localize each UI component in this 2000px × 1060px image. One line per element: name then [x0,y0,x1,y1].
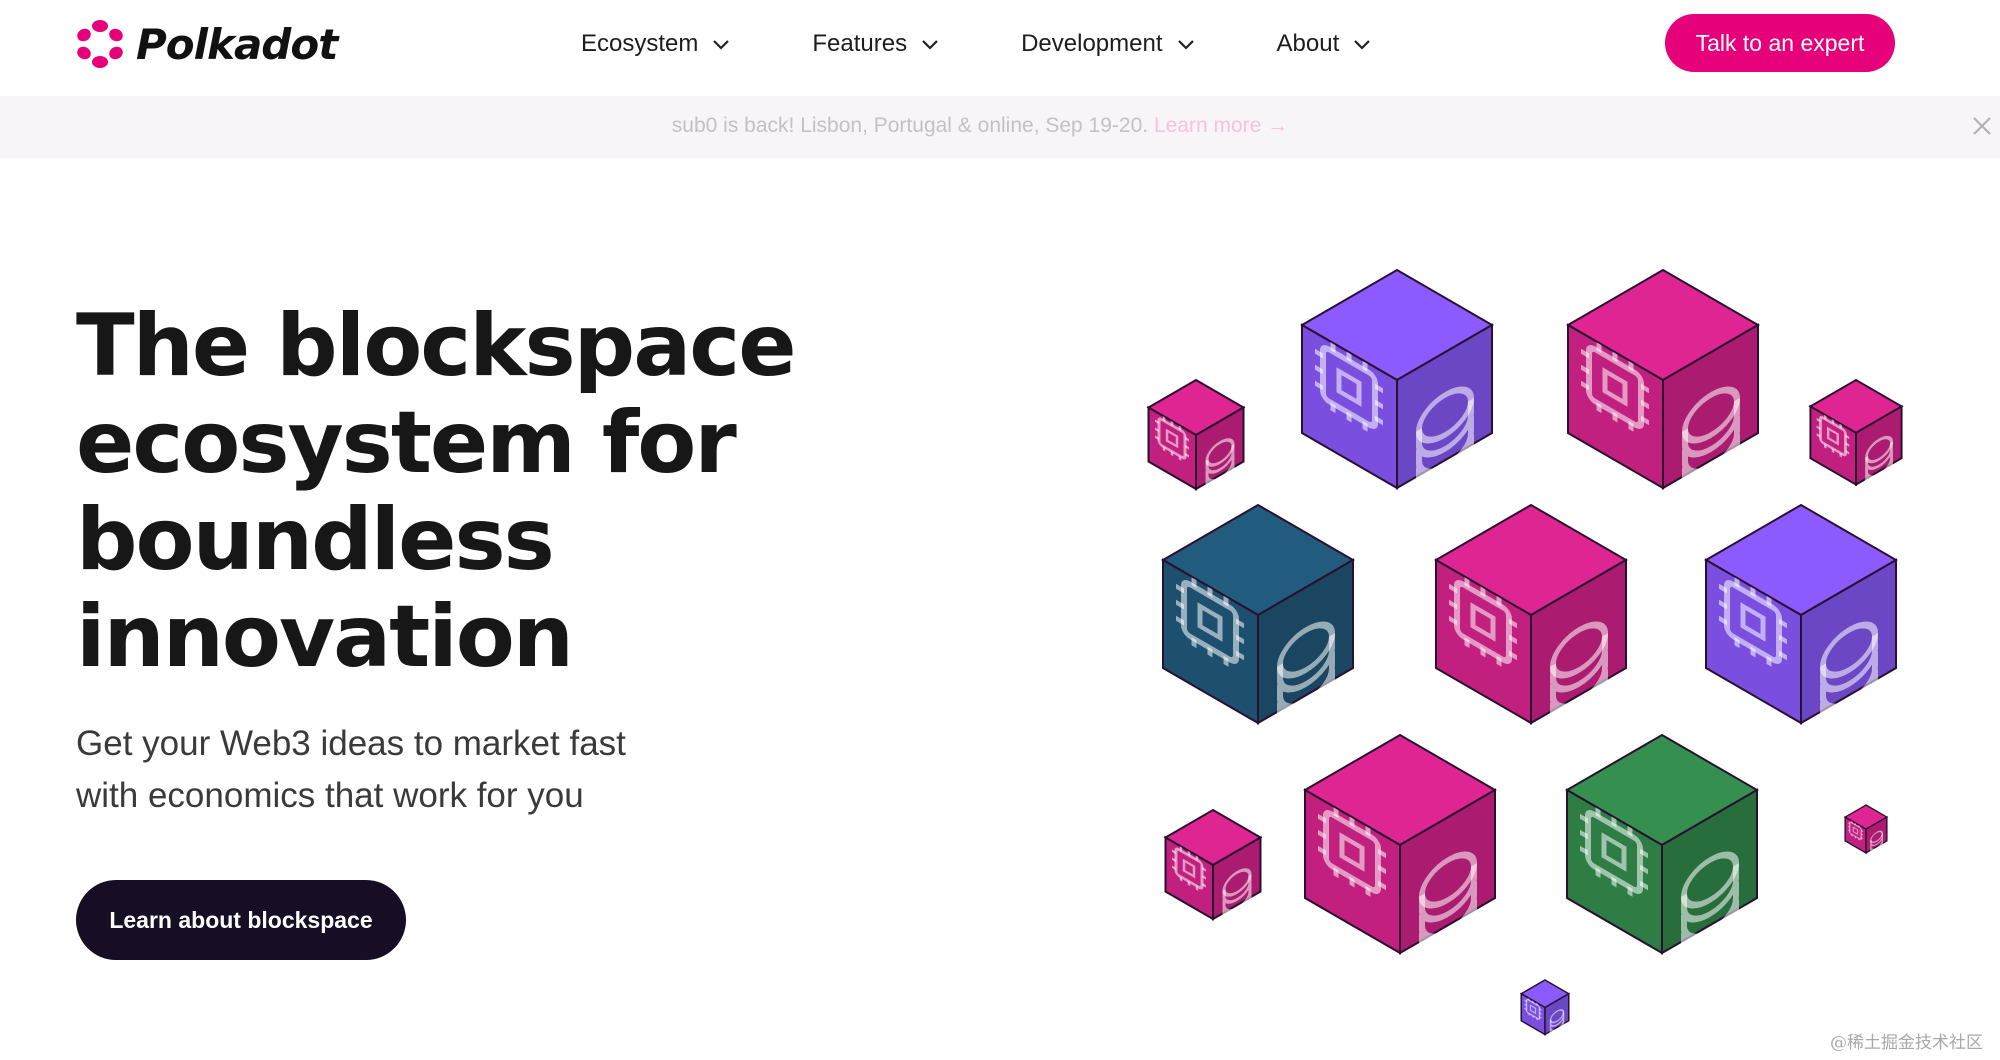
brand-logo-link[interactable]: Polkadot [74,18,338,70]
banner-message: sub0 is back! Lisbon, Portugal & online,… [671,114,1149,137]
block-cube [1566,268,1760,494]
block-cube [1303,733,1497,959]
hero-subtitle-line: Get your Web3 ideas to market fast [76,724,626,763]
hero-subtitle-line: with economics that work for you [76,776,584,815]
brand-name: Polkadot [136,19,338,69]
menu-about-label: About [1276,30,1340,57]
block-cube [1704,503,1898,729]
chevron-down-icon [1177,40,1194,50]
hero-title-line: ecosystem for [76,393,737,493]
menu-ecosystem[interactable]: Ecosystem [581,24,730,64]
learn-about-blockspace-button[interactable]: Learn about blockspace [76,880,406,960]
chevron-down-icon [713,40,730,50]
hero-title-line: The blockspace [76,296,797,396]
hero-title-line: boundless [76,490,555,590]
block-cube [1146,378,1246,492]
main-menu: Ecosystem Features Development About [581,24,1371,64]
cubes-layer [1146,268,1904,1036]
hero-title: The blockspace ecosystem for boundless i… [76,298,936,686]
watermark-text: @稀土掘金技术社区 [1830,1033,1983,1053]
banner-text-row: sub0 is back! Lisbon, Portugal & online,… [0,114,1960,138]
hero-title-line: innovation [76,587,574,687]
chevron-down-icon [1354,40,1371,50]
top-nav: Polkadot Ecosystem Features Development … [0,0,2000,86]
menu-development-label: Development [1021,30,1163,57]
block-cube [1163,808,1263,922]
polkadot-logo-icon [77,20,123,68]
block-cube [1565,733,1759,959]
banner-learn-more-link[interactable]: Learn more → [1154,114,1288,137]
chevron-down-icon [922,40,938,50]
menu-development[interactable]: Development [1021,24,1194,64]
block-cube [1808,378,1904,488]
blockspace-cubes-illustration [1146,268,1904,1036]
menu-features[interactable]: Features [812,24,939,64]
menu-features-label: Features [812,30,908,57]
announcement-banner: sub0 is back! Lisbon, Portugal & online,… [0,96,2000,158]
close-icon[interactable] [1970,114,1994,138]
talk-to-expert-button[interactable]: Talk to an expert [1665,14,1895,72]
hero-subtitle: Get your Web3 ideas to market fast with … [76,718,776,822]
menu-ecosystem-label: Ecosystem [581,30,699,57]
block-cube [1434,503,1628,729]
block-cube [1519,979,1571,1036]
menu-about[interactable]: About [1277,24,1372,64]
block-cube [1161,503,1355,729]
block-cube [1300,268,1494,494]
block-cube [1843,804,1889,855]
